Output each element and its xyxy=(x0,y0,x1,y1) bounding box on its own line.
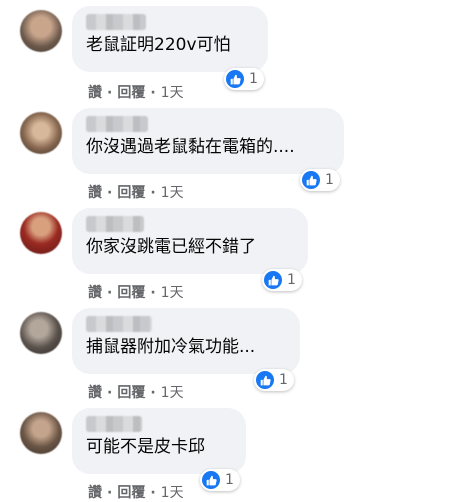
reply-link[interactable]: 回覆 xyxy=(117,85,145,101)
comment-bubble: 你沒遇過老鼠黏在電箱的.... xyxy=(72,108,344,174)
comment-text: 捕鼠器附加冷氣功能... xyxy=(86,337,256,357)
avatar[interactable] xyxy=(20,10,62,52)
like-link[interactable]: 讚 xyxy=(88,185,102,201)
reaction-summary[interactable]: 1 xyxy=(262,269,302,291)
like-link[interactable]: 讚 xyxy=(88,385,102,401)
like-icon xyxy=(264,271,282,289)
like-icon xyxy=(202,471,220,489)
reaction-summary[interactable]: 1 xyxy=(254,369,294,391)
reaction-count: 1 xyxy=(225,472,234,488)
reaction-summary[interactable]: 1 xyxy=(300,169,340,191)
reaction-count: 1 xyxy=(279,372,288,388)
comment-text: 老鼠証明220v可怕 xyxy=(86,35,231,55)
separator: · xyxy=(150,85,156,101)
avatar[interactable] xyxy=(20,212,62,254)
comment-bubble: 你家沒跳電已經不錯了 xyxy=(72,208,308,274)
reply-link[interactable]: 回覆 xyxy=(117,185,145,201)
separator: · xyxy=(150,185,156,201)
like-icon xyxy=(256,371,274,389)
avatar[interactable] xyxy=(20,112,62,154)
comment-text: 你家沒跳電已經不錯了 xyxy=(86,237,256,257)
reaction-count: 1 xyxy=(325,172,334,188)
commenter-name-redacted[interactable] xyxy=(86,316,152,332)
like-icon xyxy=(302,171,320,189)
avatar[interactable] xyxy=(20,312,62,354)
reply-link[interactable]: 回覆 xyxy=(117,285,145,301)
comment-text: 可能不是皮卡邱 xyxy=(86,437,205,457)
comment-actions: 讚 · 回覆 · 1天 xyxy=(88,82,184,102)
commenter-name-redacted[interactable] xyxy=(86,14,146,30)
reaction-count: 1 xyxy=(249,71,258,87)
comment-text: 你沒遇過老鼠黏在電箱的.... xyxy=(86,137,295,157)
separator: · xyxy=(107,285,113,301)
timestamp-link[interactable]: 1天 xyxy=(161,185,184,201)
timestamp-link[interactable]: 1天 xyxy=(161,285,184,301)
like-icon xyxy=(226,70,244,88)
comment-actions: 讚 · 回覆 · 1天 xyxy=(88,482,184,502)
separator: · xyxy=(150,385,156,401)
reaction-count: 1 xyxy=(287,272,296,288)
reaction-summary[interactable]: 1 xyxy=(224,68,264,90)
like-link[interactable]: 讚 xyxy=(88,85,102,101)
like-link[interactable]: 讚 xyxy=(88,485,102,501)
timestamp-link[interactable]: 1天 xyxy=(161,85,184,101)
separator: · xyxy=(107,485,113,501)
like-link[interactable]: 讚 xyxy=(88,285,102,301)
reply-link[interactable]: 回覆 xyxy=(117,385,145,401)
comment-actions: 讚 · 回覆 · 1天 xyxy=(88,282,184,302)
commenter-name-redacted[interactable] xyxy=(86,416,142,432)
separator: · xyxy=(107,385,113,401)
comment-bubble: 老鼠証明220v可怕 xyxy=(72,6,268,72)
comment-bubble: 捕鼠器附加冷氣功能... xyxy=(72,308,300,374)
timestamp-link[interactable]: 1天 xyxy=(161,385,184,401)
comment-actions: 讚 · 回覆 · 1天 xyxy=(88,382,184,402)
reaction-summary[interactable]: 1 xyxy=(200,469,240,491)
separator: · xyxy=(107,85,113,101)
avatar[interactable] xyxy=(20,412,62,454)
comment-bubble: 可能不是皮卡邱 xyxy=(72,408,246,474)
separator: · xyxy=(150,485,156,501)
separator: · xyxy=(107,185,113,201)
reply-link[interactable]: 回覆 xyxy=(117,485,145,501)
separator: · xyxy=(150,285,156,301)
commenter-name-redacted[interactable] xyxy=(86,116,148,132)
timestamp-link[interactable]: 1天 xyxy=(161,485,184,501)
commenter-name-redacted[interactable] xyxy=(86,216,144,232)
comment-actions: 讚 · 回覆 · 1天 xyxy=(88,182,184,202)
